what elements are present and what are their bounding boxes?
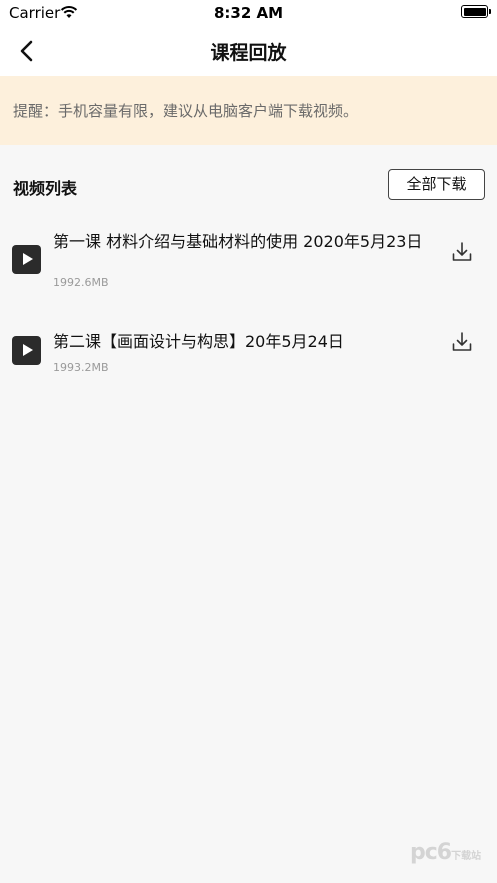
video-size: 1992.6MB [53,276,109,289]
notice-text: 提醒：手机容量有限，建议从电脑客户端下载视频。 [13,102,359,120]
video-item[interactable]: 第二课【画面设计与构思】20年5月24日 1993.2MB [0,328,497,388]
video-size: 1993.2MB [53,361,109,374]
video-item[interactable]: 第一课 材料介绍与基础材料的使用 2020年5月23日 1992.6MB [0,228,497,308]
nav-bar: 课程回放 [0,26,497,76]
status-bar: Carrier 8:32 AM [0,0,497,26]
download-icon[interactable] [451,241,473,263]
clock: 8:32 AM [213,4,284,22]
notice-banner: 提醒：手机容量有限，建议从电脑客户端下载视频。 [0,76,497,145]
list-title: 视频列表 [13,179,78,198]
play-icon[interactable] [12,336,41,365]
list-header: 视频列表 全部下载 [0,145,497,215]
download-all-button[interactable]: 全部下载 [388,169,485,200]
play-icon[interactable] [12,245,41,274]
page-title: 课程回放 [210,42,287,64]
battery-icon [461,5,491,18]
watermark-sub: 下载站 [451,851,482,862]
download-icon[interactable] [451,331,473,353]
video-title: 第二课【画面设计与构思】20年5月24日 [53,332,344,351]
watermark-logo: pc6下载站 [410,840,481,865]
watermark-main: pc6 [410,840,452,865]
video-title: 第一课 材料介绍与基础材料的使用 2020年5月23日 [53,232,423,251]
